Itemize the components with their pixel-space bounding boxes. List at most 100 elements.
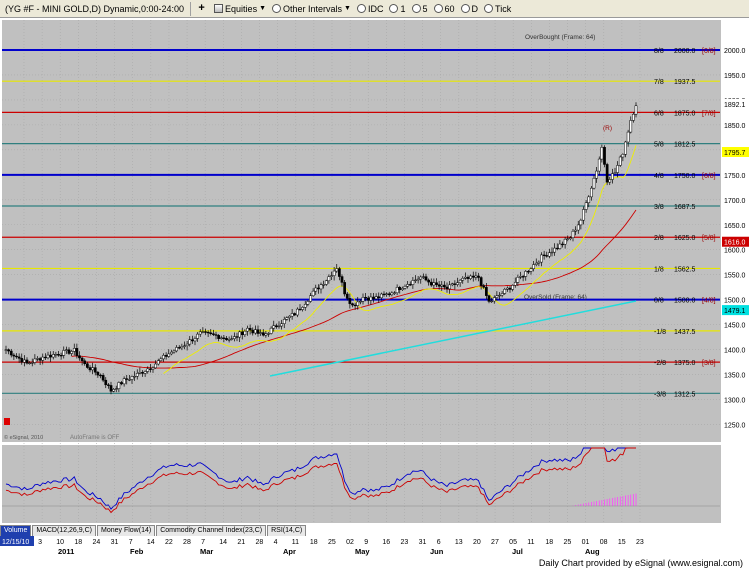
candle-body [225, 338, 228, 340]
candle-body [537, 261, 541, 264]
esignal-watermark: © eSignal, 2010 [4, 434, 43, 441]
indicator-tab[interactable]: RSI(14,C) [267, 525, 307, 536]
alert-marker[interactable] [4, 418, 10, 425]
candle-body [621, 154, 625, 158]
indicator-tab[interactable]: Commodity Channel Index(23,C) [156, 525, 267, 536]
month-label: Feb [130, 547, 144, 556]
interval-1-button[interactable]: 1 [386, 1, 408, 17]
candle-body [466, 276, 470, 279]
chart-area[interactable]: 8/8 2000.0 [0/8] 7/8 1937.5 6/8 1875.0 [7/8] 5/8… [0, 18, 749, 570]
candle-body [306, 301, 310, 305]
price-chart[interactable]: 8/8 2000.0 [0/8] 7/8 1937.5 6/8 1875.0 [7/8] 5/8… [0, 18, 749, 570]
candle-body [23, 359, 26, 363]
indicator-tabs: Volume MACD(12,26,9,C) Money Flow(14) Commo… [0, 525, 307, 536]
price-axis: 2000.01950.01900.01850.01800.01750.01700… [722, 18, 749, 526]
murrey-tag-label: [5/8] [702, 235, 716, 242]
candle-body [424, 276, 428, 281]
murrey-value-label: 1312.5 [674, 391, 696, 398]
candle-body [235, 336, 239, 338]
indicator-tab[interactable]: Volume [0, 525, 32, 536]
candle-body [9, 350, 13, 356]
candle-body [345, 293, 349, 299]
price-tick-label: 1550.0 [724, 273, 746, 280]
candle-body [485, 287, 488, 296]
candle-body [156, 360, 160, 365]
other-intervals-dropdown[interactable]: Other Intervals ▼ [269, 1, 354, 17]
clock-icon [272, 4, 282, 13]
price-tick-label: 1700.0 [724, 198, 746, 205]
clock-icon [389, 4, 399, 13]
candle-body [277, 325, 281, 328]
candle-body [553, 247, 556, 253]
candle-body [70, 351, 73, 354]
interval-tick-button[interactable]: Tick [481, 1, 514, 17]
candle-body [65, 349, 68, 351]
candle-body [267, 333, 270, 335]
candle-body [141, 372, 144, 374]
candle-body [222, 337, 226, 339]
candle-body [122, 378, 126, 385]
candle-body [584, 202, 588, 210]
candle-body [91, 367, 94, 371]
murrey-fraction-label: 3/8 [654, 204, 664, 211]
candle-body [130, 376, 134, 380]
candle-body [343, 282, 346, 295]
candle-body [285, 317, 289, 320]
candle-body [450, 283, 454, 286]
clock-icon [356, 4, 366, 13]
candle-body [293, 313, 297, 316]
month-label: Aug [585, 547, 600, 556]
idc-button[interactable]: IDC [354, 1, 387, 17]
start-date-label: 12/15/10 [2, 539, 29, 546]
overbought-label: OverBought (Frame: 64) [525, 34, 595, 41]
candle-body [550, 251, 554, 254]
candle-body [511, 285, 514, 290]
candle-body [28, 362, 31, 365]
candle-body [327, 276, 331, 282]
interval-60-button[interactable]: 60 [431, 1, 458, 17]
candle-body [534, 262, 538, 265]
candle-body [487, 295, 491, 302]
interval-tick-label: Tick [495, 3, 512, 14]
price-badge-label: 1892.1 [724, 102, 746, 109]
murrey-value-label: 1500.0 [674, 298, 696, 305]
clock-icon [460, 4, 470, 13]
indicator-tab[interactable]: MACD(12,26,9,C) [32, 525, 96, 536]
date-tick-label: 25 [564, 539, 572, 546]
murrey-value-label: 1562.5 [674, 266, 696, 273]
candle-body [398, 287, 402, 291]
candle-body [20, 358, 24, 363]
date-tick-label: 7 [201, 539, 205, 546]
indicator-tab[interactable]: Money Flow(14) [97, 525, 156, 536]
candle-body [46, 354, 50, 359]
candle-body [361, 297, 365, 302]
murrey-tag-label: [6/8] [702, 173, 716, 180]
equities-dropdown[interactable]: Equities ▼ [211, 1, 269, 17]
candle-body [191, 339, 194, 342]
candle-body [600, 147, 604, 160]
candle-body [477, 275, 480, 278]
candle-body [288, 315, 291, 318]
month-label: 2011 [58, 547, 74, 556]
candle-body [353, 304, 357, 307]
candle-body [445, 286, 449, 290]
murrey-fraction-label: -1/8 [654, 329, 666, 336]
candle-body [135, 373, 139, 377]
date-tick-label: 28 [183, 539, 191, 546]
candle-body [44, 356, 47, 359]
date-tick-label: 14 [219, 539, 227, 546]
add-button[interactable]: + [194, 1, 211, 17]
symbol-field[interactable]: (YG #F - MINI GOLD,D) Dynamic,0:00-24:00 [2, 1, 187, 17]
price-tick-label: 1650.0 [724, 223, 746, 230]
interval-daily-button[interactable]: D [458, 1, 482, 17]
candle-body [219, 337, 223, 339]
candle-body [516, 276, 520, 283]
date-tick-label: 27 [491, 539, 499, 546]
murrey-fraction-label: 1/8 [654, 266, 664, 273]
price-badge-label: 1616.0 [724, 240, 746, 247]
candle-body [471, 275, 475, 278]
interval-5-button[interactable]: 5 [409, 1, 431, 17]
candle-body [217, 335, 220, 339]
oversold-label: OverSold (Frame: 64) [524, 294, 587, 301]
price-tick-label: 1350.0 [724, 373, 746, 380]
